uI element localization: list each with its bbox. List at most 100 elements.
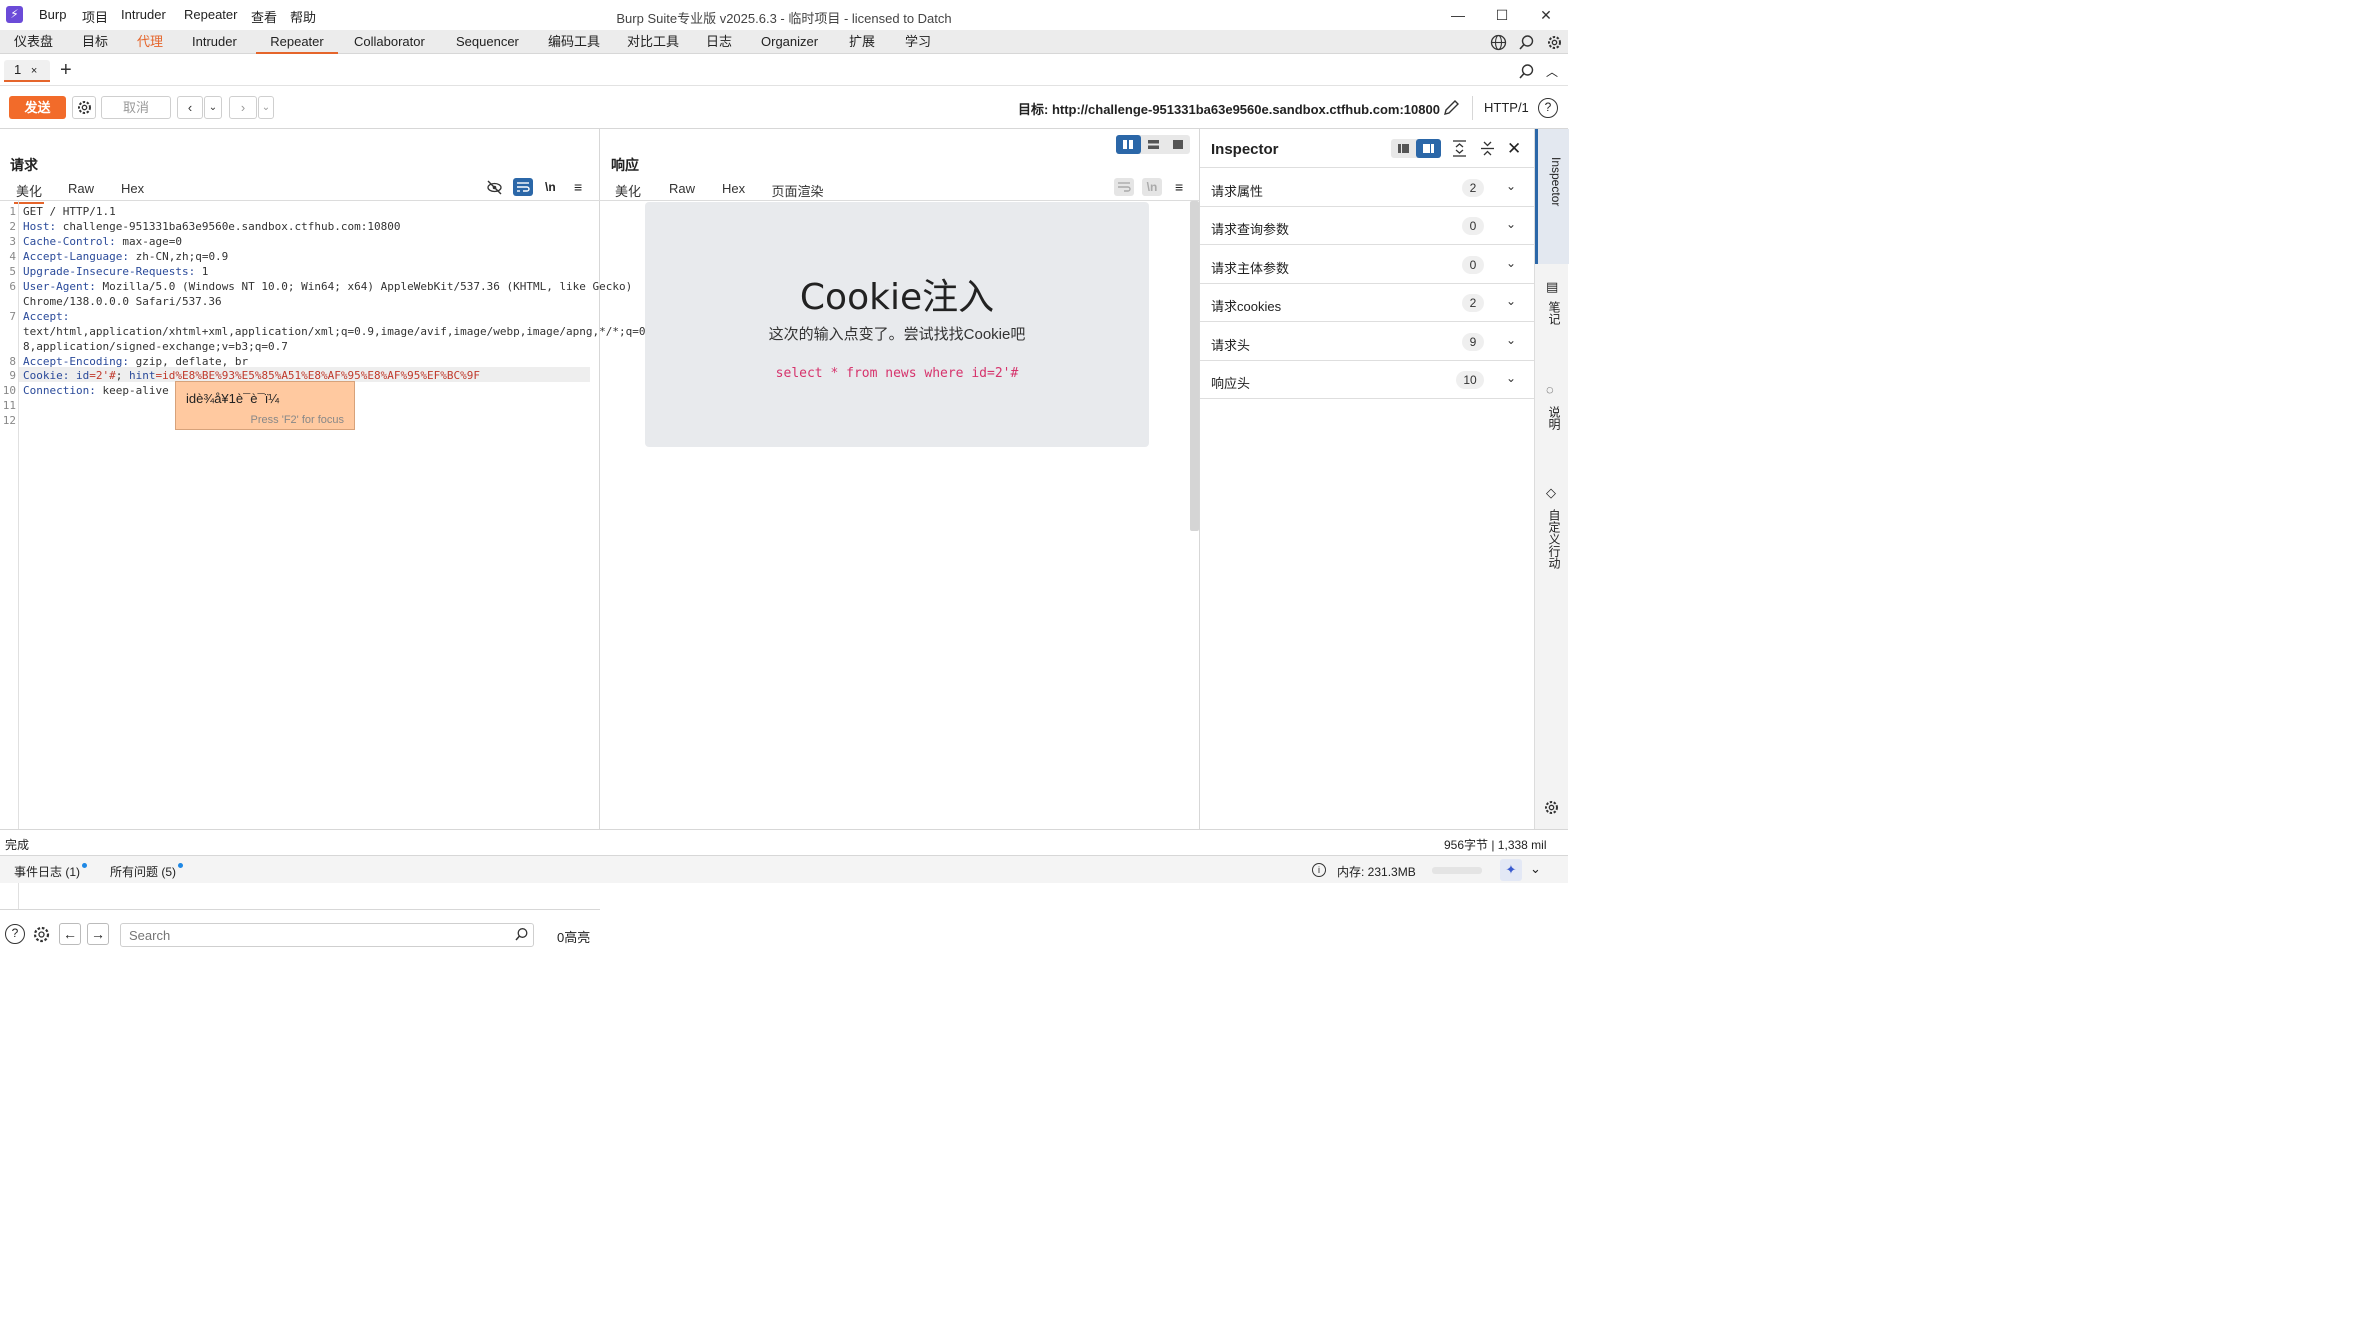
side-tab-notes[interactable]: ▤ 笔记 [1535,269,1569,354]
chevron-down-icon[interactable]: ⌄ [1506,179,1516,193]
menu-hamburger-icon[interactable]: ≡ [574,179,582,195]
chevron-down-icon[interactable]: ⌄ [1506,294,1516,308]
response-tab-render[interactable]: 页面渲染 [759,181,836,204]
close-window-icon[interactable]: ✕ [1536,5,1556,25]
side-tab-custom-actions-label: 自定义行动 [1547,509,1561,569]
wrap-lines-icon[interactable] [1114,178,1134,196]
response-tab-hex[interactable]: Hex [722,181,745,196]
header-user-agent-cont: Chrome/138.0.0.0 Safari/537.36 [23,295,222,308]
response-tab-pretty[interactable]: 美化 [615,181,641,200]
layout-top-bottom-icon[interactable] [1141,135,1166,154]
chevron-down-icon[interactable]: ⌄ [1530,861,1541,877]
hide-eye-icon[interactable] [486,179,503,196]
tab-sequencer[interactable]: Sequencer [456,30,519,54]
back-history-chevron-icon[interactable]: ⌄ [204,96,222,119]
chevron-down-icon[interactable]: ⌄ [1506,217,1516,231]
search-settings-gear-icon[interactable] [32,925,51,944]
close-inspector-icon[interactable]: ✕ [1507,139,1521,159]
globe-icon[interactable] [1490,34,1507,51]
side-tab-inspector[interactable]: Inspector [1535,129,1569,264]
ai-sparkle-icon[interactable]: ✦ [1500,859,1522,881]
forward-history-chevron-icon[interactable]: ⌄ [258,96,274,119]
custom-action-icon: ◇ [1546,485,1556,500]
inspector-row-request-attributes[interactable]: 请求属性 2 ⌄ [1200,169,1534,207]
tab-learn[interactable]: 学习 [905,30,931,54]
help-icon[interactable]: ? [5,924,25,944]
help-icon[interactable]: ? [1538,98,1558,118]
wrap-lines-icon[interactable] [513,178,533,196]
inspector-row-cookies[interactable]: 请求cookies 2 ⌄ [1200,284,1534,322]
http-version-toggle[interactable]: HTTP/1 [1484,100,1529,115]
maximize-icon[interactable]: ☐ [1492,5,1512,25]
chevron-down-icon[interactable]: ⌄ [1506,371,1516,385]
inspector-row-body-params[interactable]: 请求主体参数 0 ⌄ [1200,246,1534,284]
edit-target-pencil-icon[interactable] [1442,98,1461,117]
target-url: 目标: http://challenge-951331ba63e9560e.sa… [1018,102,1440,117]
tab-repeater[interactable]: Repeater [256,30,338,54]
header-connection: Connection: keep-alive [23,384,169,397]
newline-toggle-icon[interactable]: \n [545,180,556,194]
tab-dashboard[interactable]: 仪表盘 [14,30,53,54]
close-tab-icon[interactable]: × [31,65,37,77]
tab-organizer[interactable]: Organizer [761,30,818,54]
rendered-page: Cookie注入 这次的输入点变了。尝试找找Cookie吧 select * f… [645,202,1149,447]
tab-search-icon[interactable] [1518,63,1535,80]
side-tab-explanation[interactable]: ◌ 说明 [1535,374,1569,459]
tab-logger[interactable]: 日志 [706,30,732,54]
response-scrollbar[interactable] [1190,201,1199,531]
all-issues-link[interactable]: 所有问题 (5) [110,863,184,880]
main-tab-bar: 仪表盘 目标 代理 Intruder Repeater Collaborator… [0,30,1568,54]
tab-comparer[interactable]: 对比工具 [627,30,679,54]
cancel-button[interactable]: 取消 [101,96,171,119]
tab-target[interactable]: 目标 [82,30,108,54]
expand-all-icon[interactable] [1451,139,1468,158]
request-tab-hex[interactable]: Hex [121,181,144,196]
response-tab-raw[interactable]: Raw [669,181,695,196]
side-settings-gear-icon[interactable] [1543,799,1560,816]
chevron-down-icon[interactable]: ⌄ [1506,333,1516,347]
send-button[interactable]: 发送 [9,96,66,119]
inspector-row-query-params[interactable]: 请求查询参数 0 ⌄ [1200,207,1534,245]
send-settings-button[interactable] [72,96,96,119]
inspector-row-response-headers[interactable]: 响应头 10 ⌄ [1200,361,1534,399]
header-accept-cont: 8,application/signed-exchange;v=b3;q=0.7 [23,340,288,353]
side-panel-strip: Inspector ▤ 笔记 ◌ 说明 ◇ 自定义行动 [1534,129,1569,829]
chevron-up-icon[interactable]: ︿ [1546,63,1558,80]
search-input[interactable] [120,923,534,947]
forward-arrow-icon[interactable]: › [229,96,257,119]
layout-side-by-side-icon[interactable] [1116,135,1141,154]
layout-toggle-group [1116,135,1190,154]
side-tab-custom-actions[interactable]: ◇ 自定义行动 [1535,479,1569,589]
decode-tooltip[interactable]: idè¾å¥1è¯è¯ï¼ Press 'F2' for focus [175,381,355,430]
inspector-row-count: 0 [1462,217,1484,235]
collapse-all-icon[interactable] [1479,139,1496,158]
inspector-layout-right-icon[interactable] [1416,139,1441,158]
inspector-row-label: 响应头 [1211,376,1251,391]
tab-intruder[interactable]: Intruder [192,30,237,54]
layout-tabs-icon[interactable] [1166,135,1190,154]
inspector-layout-left-icon[interactable] [1391,139,1416,158]
request-tab-raw[interactable]: Raw [68,181,94,196]
menu-hamburger-icon[interactable]: ≡ [1175,179,1183,195]
all-issues-label: 所有问题 (5) [110,865,177,879]
chevron-down-icon[interactable]: ⌄ [1506,256,1516,270]
event-log-link[interactable]: 事件日志 (1) [14,863,88,880]
newline-toggle-icon[interactable]: \n [1142,178,1162,196]
inspector-header: Inspector ✕ [1200,129,1534,168]
tab-collaborator[interactable]: Collaborator [354,30,425,54]
add-tab-icon[interactable]: + [60,59,72,82]
minimize-icon[interactable]: — [1448,5,1468,25]
tab-proxy[interactable]: 代理 [137,30,163,54]
repeater-tab-1[interactable]: 1 × [4,60,50,82]
inspector-row-label: 请求属性 [1211,184,1264,199]
response-panel: 响应 美化 Raw Hex 页面渲染 \n ≡ Cookie注入 这次的输入点变… [600,129,1200,829]
inspector-row-request-headers[interactable]: 请求头 9 ⌄ [1200,323,1534,361]
back-arrow-icon[interactable]: ‹ [177,96,203,119]
search-icon[interactable] [1518,34,1535,51]
tab-decoder[interactable]: 编码工具 [548,30,600,54]
previous-match-arrow-icon[interactable]: ← [59,923,81,945]
next-match-arrow-icon[interactable]: → [87,923,109,945]
settings-gear-icon[interactable] [1546,34,1563,51]
info-icon[interactable]: i [1312,863,1326,877]
tab-extensions[interactable]: 扩展 [849,30,875,54]
